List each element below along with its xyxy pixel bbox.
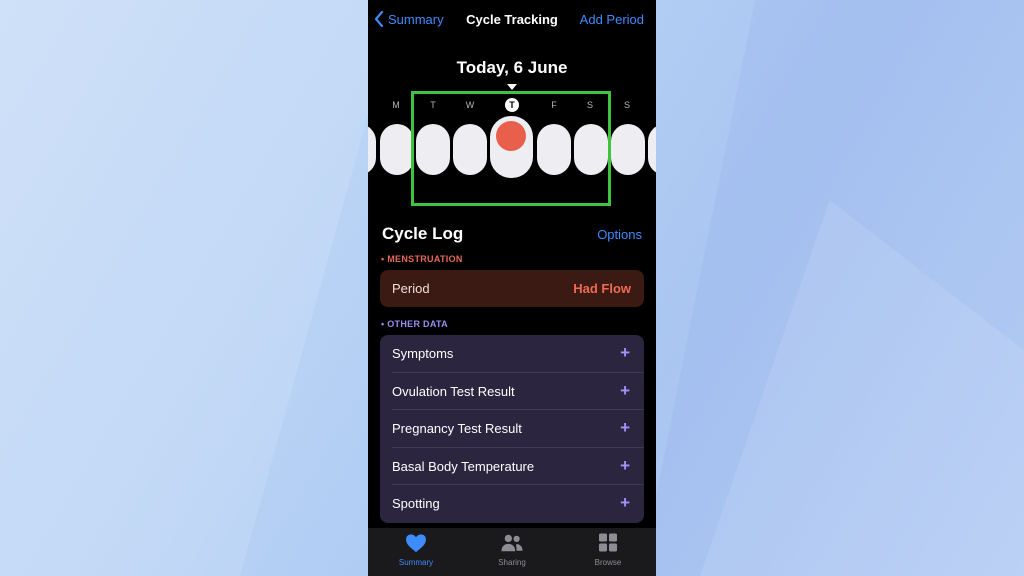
day-pill[interactable] (368, 124, 376, 175)
list-item-label: Symptoms (392, 346, 454, 361)
tab-label: Sharing (498, 558, 526, 567)
phone-screen: Summary Cycle Tracking Add Period Today,… (368, 0, 656, 576)
tab-label: Summary (398, 558, 434, 567)
date-indicator-caret (507, 84, 517, 90)
day-pill[interactable] (380, 124, 414, 175)
tab-summary[interactable]: Summary (368, 533, 464, 567)
cycle-log-title: Cycle Log (382, 224, 464, 243)
add-period-button[interactable]: Add Period (580, 12, 644, 27)
plus-icon[interactable]: + (620, 418, 630, 438)
navigation-bar: Summary Cycle Tracking Add Period (368, 0, 656, 40)
list-item-pregnancy-test[interactable]: Pregnancy Test Result + (380, 410, 644, 448)
tab-sharing[interactable]: Sharing (464, 533, 560, 567)
list-item-label: Pregnancy Test Result (392, 421, 522, 437)
heart-icon (406, 534, 426, 553)
list-item-label: Spotting (392, 496, 440, 512)
list-item-label: Ovulation Test Result (392, 383, 515, 399)
grid-icon (599, 533, 617, 552)
weekday-label: M (392, 100, 400, 110)
highlight-box (411, 91, 611, 206)
weekday-label: S (623, 100, 630, 110)
plus-icon[interactable]: + (620, 493, 630, 513)
other-data-section-label: • OTHER DATA (381, 319, 448, 329)
period-row[interactable]: Period Had Flow (380, 270, 644, 307)
day-pill[interactable] (648, 124, 656, 175)
background-facet (0, 0, 400, 576)
plus-icon[interactable]: + (620, 456, 630, 476)
menstruation-section-label: • MENSTRUATION (381, 254, 463, 264)
period-value: Had Flow (573, 281, 631, 296)
list-item-ovulation-test[interactable]: Ovulation Test Result + (380, 373, 644, 411)
people-icon (501, 534, 523, 552)
list-item-symptoms[interactable]: Symptoms + (380, 335, 644, 373)
tab-browse[interactable]: Browse (560, 533, 656, 567)
day-pill[interactable] (611, 124, 645, 175)
options-button[interactable]: Options (597, 227, 642, 242)
plus-icon[interactable]: + (620, 381, 630, 401)
date-heading: Today, 6 June (456, 58, 568, 77)
list-item-basal-body-temperature[interactable]: Basal Body Temperature + (380, 448, 644, 486)
list-item-label: Basal Body Temperature (392, 458, 535, 474)
period-label: Period (392, 281, 430, 296)
tab-bar: Summary Sharing Browse (368, 528, 656, 576)
other-data-list: Symptoms + Ovulation Test Result + Pregn… (380, 335, 644, 523)
list-item-spotting[interactable]: Spotting + (380, 485, 644, 523)
plus-icon[interactable]: + (620, 343, 630, 363)
tab-label: Browse (594, 558, 622, 567)
